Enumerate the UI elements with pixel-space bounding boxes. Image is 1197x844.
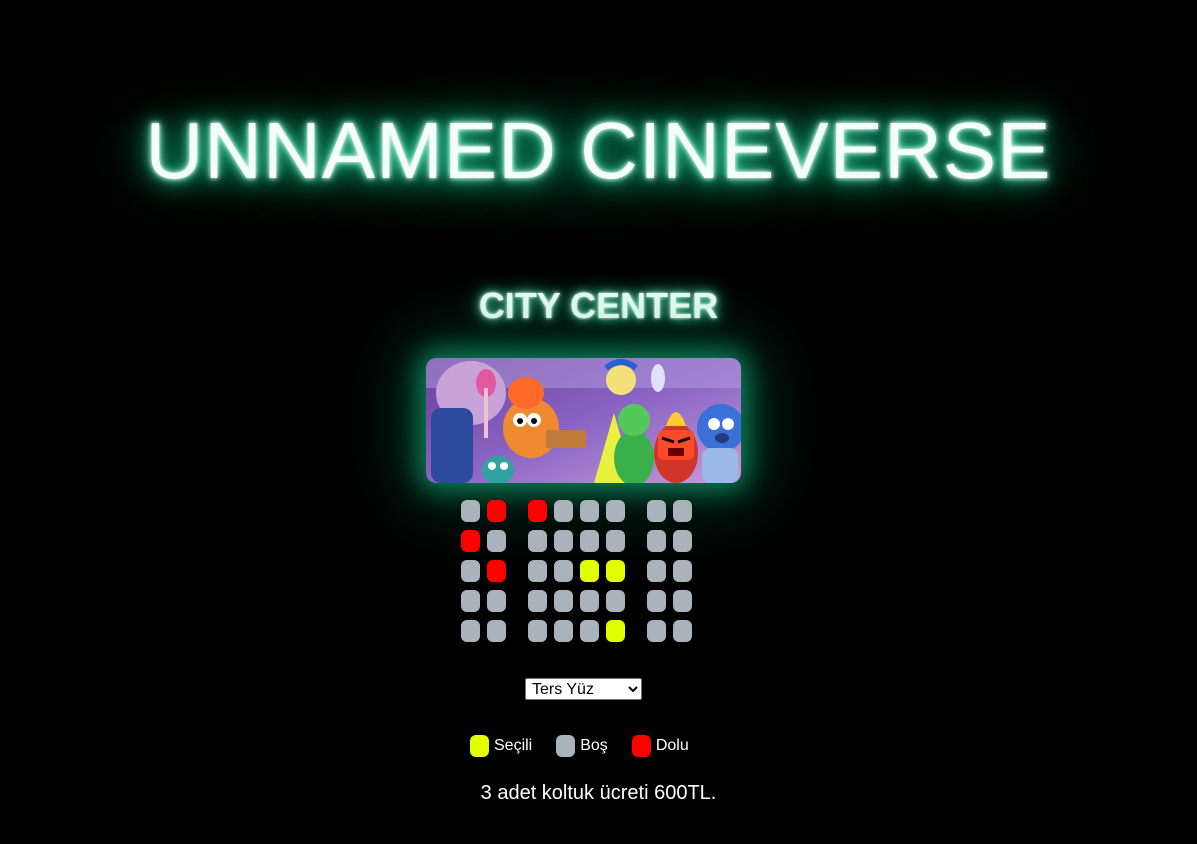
legend-label-occupied: Dolu xyxy=(655,737,689,754)
price-summary: 3 adet koltuk ücreti 600TL. xyxy=(480,782,717,804)
seat-row xyxy=(461,590,699,612)
seat-occupied xyxy=(528,500,547,522)
seat-empty[interactable] xyxy=(647,590,666,612)
seat-empty[interactable] xyxy=(580,620,599,642)
seat-occupied xyxy=(487,500,506,522)
seat-empty[interactable] xyxy=(528,590,547,612)
seat-row xyxy=(461,620,699,642)
legend-label-selected: Seçili xyxy=(494,737,533,754)
seat-selected[interactable] xyxy=(606,620,625,642)
seat-map xyxy=(461,500,699,650)
occupied-seat-swatch xyxy=(631,735,651,757)
seat-empty[interactable] xyxy=(580,530,599,552)
seat-empty[interactable] xyxy=(528,620,547,642)
seat-selected[interactable] xyxy=(606,560,625,582)
legend-item-empty: Boş xyxy=(556,735,608,757)
seat-empty[interactable] xyxy=(647,620,666,642)
seat-empty[interactable] xyxy=(554,590,573,612)
legend-label-empty: Boş xyxy=(580,737,608,754)
seat-empty[interactable] xyxy=(673,590,692,612)
seat-empty[interactable] xyxy=(461,560,480,582)
seat-legend: Seçili Boş Dolu xyxy=(470,735,689,757)
seat-empty[interactable] xyxy=(647,500,666,522)
empty-seat-swatch xyxy=(556,735,576,757)
seat-empty[interactable] xyxy=(487,590,506,612)
seat-empty[interactable] xyxy=(528,560,547,582)
seat-occupied xyxy=(487,560,506,582)
seat-empty[interactable] xyxy=(487,620,506,642)
seat-empty[interactable] xyxy=(461,500,480,522)
seat-empty[interactable] xyxy=(487,530,506,552)
movie-select[interactable]: Ters Yüz xyxy=(525,678,642,700)
seat-empty[interactable] xyxy=(673,500,692,522)
seat-empty[interactable] xyxy=(606,500,625,522)
movie-screen xyxy=(426,358,741,483)
legend-item-selected: Seçili xyxy=(470,735,532,757)
seat-empty[interactable] xyxy=(554,530,573,552)
seat-row xyxy=(461,500,699,522)
seat-empty[interactable] xyxy=(673,620,692,642)
cinema-name: CITY CENTER xyxy=(478,285,719,326)
seat-empty[interactable] xyxy=(673,530,692,552)
seat-empty[interactable] xyxy=(528,530,547,552)
seat-empty[interactable] xyxy=(580,590,599,612)
seat-empty[interactable] xyxy=(580,500,599,522)
seat-empty[interactable] xyxy=(606,530,625,552)
seat-empty[interactable] xyxy=(554,500,573,522)
selected-seat-swatch xyxy=(470,735,489,757)
seat-selected[interactable] xyxy=(580,560,599,582)
seat-row xyxy=(461,560,699,582)
movie-poster-image xyxy=(426,358,741,483)
seat-empty[interactable] xyxy=(606,590,625,612)
seat-empty[interactable] xyxy=(647,560,666,582)
brand-title: UNNAMED CINEVERSE xyxy=(145,106,1052,195)
seat-empty[interactable] xyxy=(673,560,692,582)
seat-empty[interactable] xyxy=(554,560,573,582)
seat-empty[interactable] xyxy=(554,620,573,642)
seat-row xyxy=(461,530,699,552)
seat-occupied xyxy=(461,530,480,552)
seat-empty[interactable] xyxy=(461,620,480,642)
page: UNNAMED CINEVERSE CITY CENTER Ters Yüz S… xyxy=(0,0,1197,844)
seat-empty[interactable] xyxy=(647,530,666,552)
legend-item-occupied: Dolu xyxy=(631,735,689,757)
seat-empty[interactable] xyxy=(461,590,480,612)
